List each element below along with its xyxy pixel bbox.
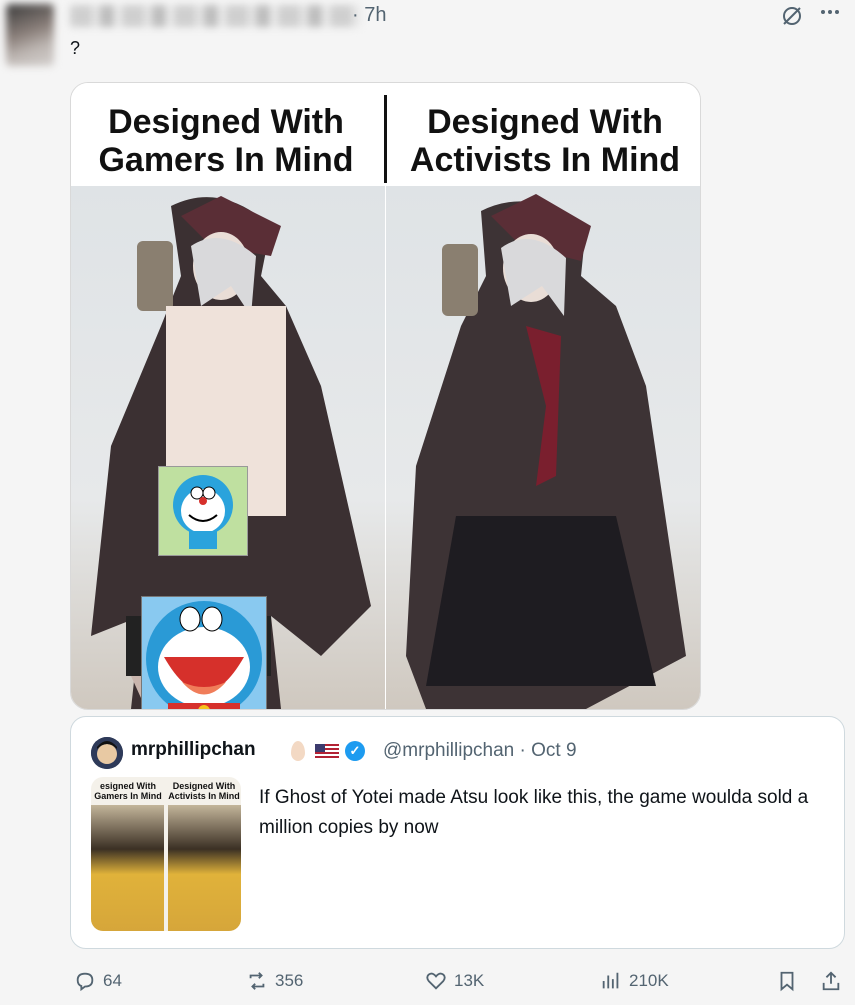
censor-sticker-doraemon-1: [158, 466, 248, 556]
quoted-media-thumbnail[interactable]: esigned With Gamers In Mind Designed Wit…: [91, 777, 241, 931]
views-count: 210K: [629, 971, 669, 990]
meme-caption-left: Designed With Gamers In Mind: [98, 103, 354, 179]
quoted-author-name[interactable]: mrphillipchan: [131, 739, 256, 761]
reply-button[interactable]: 64: [74, 970, 122, 992]
more-icon[interactable]: [818, 0, 842, 30]
photo-right: [386, 186, 700, 709]
heart-icon: [426, 972, 446, 990]
author-name-blurred[interactable]: [70, 5, 360, 27]
share-button[interactable]: [820, 970, 842, 992]
repost-icon: [249, 972, 265, 990]
thumb-image-right: [168, 805, 241, 931]
views-icon: [602, 972, 619, 989]
egg-icon: [291, 741, 305, 761]
meme-caption-right: Designed With Activists In Mind: [409, 103, 681, 179]
quoted-handle-date[interactable]: @mrphillipchan · Oct 9: [383, 740, 577, 762]
share-icon: [822, 971, 840, 991]
like-count: 13K: [454, 971, 485, 990]
grok-icon[interactable]: [780, 4, 804, 34]
reply-count: 64: [103, 971, 122, 990]
like-button[interactable]: 13K: [425, 970, 484, 992]
tweet-time[interactable]: · 7h: [352, 4, 386, 27]
photo-left: [71, 186, 385, 709]
bookmark-button[interactable]: [776, 970, 798, 992]
reply-icon: [76, 972, 94, 992]
tweet-text: ?: [70, 38, 81, 58]
author-avatar[interactable]: [6, 4, 54, 66]
thumb-caption-right: Designed With Activists In Mind: [168, 781, 240, 801]
censor-sticker-doraemon-2: [141, 596, 267, 709]
quoted-avatar[interactable]: [91, 737, 123, 769]
repost-count: 356: [275, 971, 304, 990]
repost-button[interactable]: 356: [246, 970, 303, 992]
quoted-tweet[interactable]: mrphillipchan ✓ @mrphillipchan · Oct 9 e…: [70, 716, 845, 949]
bookmark-icon: [780, 971, 794, 992]
views-button[interactable]: 210K: [600, 970, 669, 992]
thumb-caption-left: esigned With Gamers In Mind: [94, 781, 162, 801]
us-flag-icon: [315, 744, 339, 763]
tweet-media-image[interactable]: Designed With Gamers In Mind Designed Wi…: [70, 82, 701, 710]
thumb-image-left: [91, 805, 164, 931]
meme-divider: [384, 95, 387, 183]
quoted-tweet-text: If Ghost of Yotei made Atsu look like th…: [259, 787, 809, 838]
verified-badge-icon: ✓: [345, 741, 365, 761]
tweet-actions: 64 356 13K 210K: [0, 962, 855, 1002]
meme-header: Designed With Gamers In Mind Designed Wi…: [71, 83, 700, 186]
